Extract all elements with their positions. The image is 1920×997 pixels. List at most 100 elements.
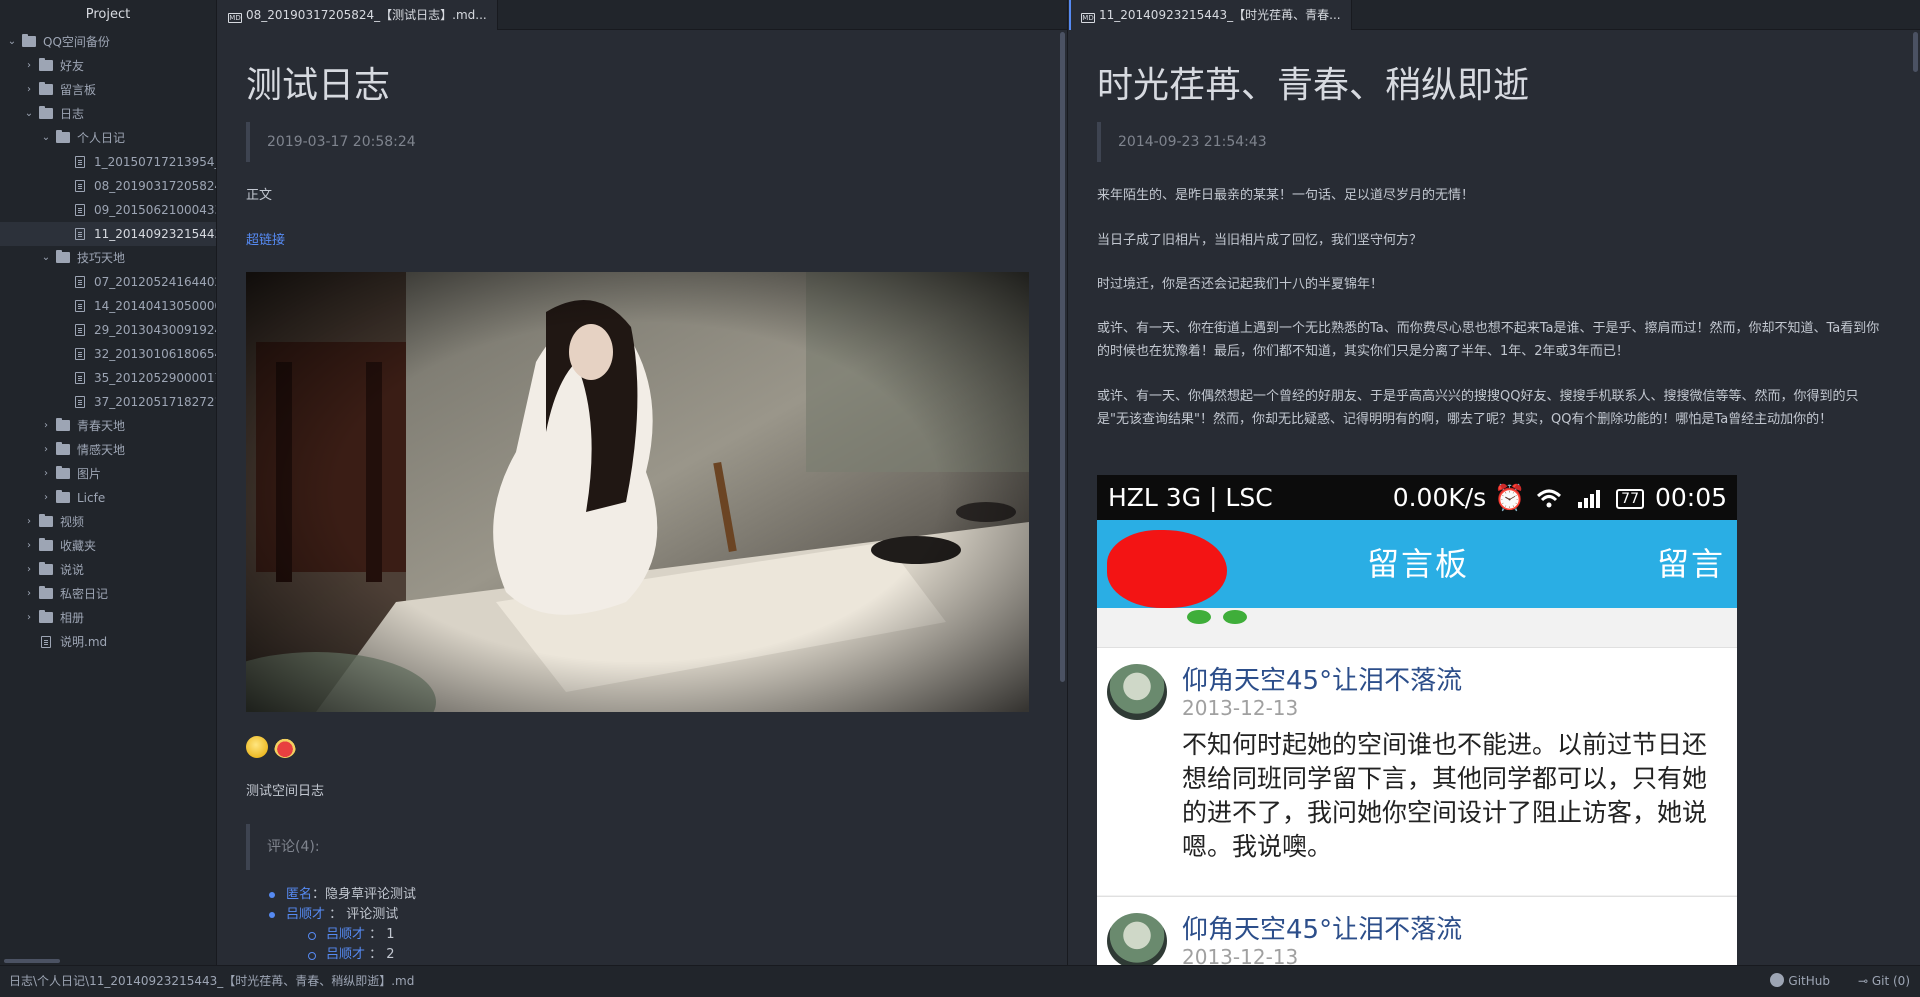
tree-folder[interactable]: › 说说 bbox=[0, 558, 216, 582]
wifi-icon bbox=[1537, 489, 1562, 508]
tree-folder[interactable]: › Licfe bbox=[0, 486, 216, 510]
markdown-icon: MD bbox=[1081, 13, 1095, 23]
github-button[interactable]: GitHub bbox=[1770, 966, 1830, 997]
comment-author-link[interactable]: 吕顺才 bbox=[326, 927, 365, 942]
tree-file[interactable]: 08_20190317205824_ bbox=[0, 174, 216, 198]
chevron-right-icon[interactable]: › bbox=[23, 558, 35, 582]
tree-folder[interactable]: › 好友 bbox=[0, 54, 216, 78]
phone-status-bar: HZL 3G | LSC 0.00K/s ⏰ 77 00:05 bbox=[1097, 475, 1737, 520]
comment-author-link[interactable]: 吕顺才 bbox=[326, 947, 365, 962]
right-content: 时光荏苒、青春、稍纵即逝 2014-09-23 21:54:43 来年陌生的、是… bbox=[1097, 30, 1892, 965]
tab-label: 11_20140923215443_【时光荏苒、青春... bbox=[1099, 8, 1341, 22]
chevron-down-icon[interactable]: ⌄ bbox=[40, 246, 52, 270]
chevron-down-icon[interactable]: ⌄ bbox=[40, 126, 52, 150]
file-path[interactable]: 日志\个人日记\11_20140923215443_【时光荏苒、青春、稍纵即逝】… bbox=[9, 966, 414, 997]
chevron-right-icon[interactable]: › bbox=[23, 606, 35, 630]
tree-item-label: 07_20120524164402_ bbox=[94, 275, 216, 289]
tree-folder[interactable]: › 私密日记 bbox=[0, 582, 216, 606]
body-text: 正文 bbox=[246, 188, 273, 203]
leave-message-button: 留言 bbox=[1656, 545, 1725, 583]
tree-title: Project bbox=[85, 7, 131, 22]
chevron-right-icon[interactable]: › bbox=[40, 438, 52, 462]
paragraph: 来年陌生的、是昨日最亲的某某！一句话、足以道尽岁月的无情！ bbox=[1097, 188, 1475, 203]
tree-folder[interactable]: ⌄ QQ空间备份 bbox=[0, 30, 216, 54]
tree-folder[interactable]: › 相册 bbox=[0, 606, 216, 630]
tree-item-label: 说明.md bbox=[60, 635, 108, 649]
tree-folder[interactable]: ⌄ 个人日记 bbox=[0, 126, 216, 150]
paragraph: 时过境迁，你是否还会记起我们十八的半夏锦年！ bbox=[1097, 277, 1384, 292]
phone-speed: 0.00K/s bbox=[1392, 483, 1487, 512]
message-author: 仰角天空45°让泪不落流 bbox=[1182, 666, 1463, 696]
chevron-right-icon[interactable]: › bbox=[40, 486, 52, 510]
tree-item-label: 35_20120529000017_ bbox=[94, 371, 216, 385]
chevron-right-icon[interactable]: › bbox=[23, 510, 35, 534]
tree-file[interactable]: 37_20120517182721_ bbox=[0, 390, 216, 414]
photo-caption: 测试空间日志 bbox=[246, 784, 325, 799]
tree-item-label: 个人日记 bbox=[77, 131, 126, 145]
folder-icon bbox=[56, 130, 70, 143]
comment-author-link[interactable]: 匿名 bbox=[286, 887, 312, 902]
tree-item-label: 视频 bbox=[60, 515, 85, 529]
chevron-right-icon[interactable]: › bbox=[23, 582, 35, 606]
tree-item-label: 收藏夹 bbox=[60, 539, 97, 553]
tree-item-label: 14_20140413050000_ bbox=[94, 299, 216, 313]
comment-item: 吕顺才 ： 评论测试 bbox=[266, 905, 416, 925]
right-tab-bar: MD 11_20140923215443_【时光荏苒、青春... bbox=[1069, 0, 1920, 30]
left-vertical-scrollbar[interactable] bbox=[1060, 32, 1065, 682]
folder-icon bbox=[56, 490, 70, 503]
tree-item-label: 私密日记 bbox=[60, 587, 109, 601]
comment-separator: ： bbox=[312, 887, 326, 902]
date-blockquote: 2019-03-17 20:58:24 bbox=[246, 122, 416, 162]
tree-file[interactable]: 29_20130430091924_ bbox=[0, 318, 216, 342]
tree-file[interactable]: 07_20120524164402_ bbox=[0, 270, 216, 294]
tree-file[interactable]: 说明.md bbox=[0, 630, 216, 654]
tree-list: ⌄ QQ空间备份 › 好友 › 留言板 ⌄ 日志 ⌄ 个人日记 1_20150717213954_ 0… bbox=[0, 30, 216, 654]
tree-item-label: 图片 bbox=[77, 467, 102, 481]
tab-right-document[interactable]: MD 11_20140923215443_【时光荏苒、青春... bbox=[1069, 0, 1352, 30]
tab-left-document[interactable]: MD 08_20190317205824_【测试日志】.md... bbox=[218, 0, 498, 30]
comment-author-link[interactable]: 吕顺才 bbox=[286, 907, 325, 922]
phone-header-title: 留言板 bbox=[1367, 545, 1470, 583]
comment-text: 2 bbox=[386, 947, 395, 962]
tree-file[interactable]: 1_20150717213954_ bbox=[0, 150, 216, 174]
tree-folder[interactable]: › 情感天地 bbox=[0, 438, 216, 462]
chevron-right-icon[interactable]: › bbox=[40, 414, 52, 438]
chevron-down-icon[interactable]: ⌄ bbox=[6, 30, 18, 54]
tree-item-label: 技巧天地 bbox=[77, 251, 126, 265]
tree-file[interactable]: 14_20140413050000_ bbox=[0, 294, 216, 318]
tree-file[interactable]: 32_20130106180654_ bbox=[0, 342, 216, 366]
tree-folder[interactable]: › 青春天地 bbox=[0, 414, 216, 438]
tree-item-label: 09_20150621000433_ bbox=[94, 203, 216, 217]
tree-item-label: 29_20130430091924_ bbox=[94, 323, 216, 337]
phone-header: 留言板 留言 bbox=[1097, 520, 1737, 608]
tree-file[interactable]: 35_20120529000017_ bbox=[0, 366, 216, 390]
tree-item-label: 37_20120517182721_ bbox=[94, 395, 216, 409]
tree-folder[interactable]: › 视频 bbox=[0, 510, 216, 534]
hyperlink[interactable]: 超链接 bbox=[246, 233, 285, 248]
chevron-right-icon[interactable]: › bbox=[40, 462, 52, 486]
chevron-right-icon[interactable]: › bbox=[23, 78, 35, 102]
tree-folder[interactable]: › 收藏夹 bbox=[0, 534, 216, 558]
chevron-right-icon[interactable]: › bbox=[23, 534, 35, 558]
tree-folder[interactable]: ⌄ 技巧天地 bbox=[0, 246, 216, 270]
project-tree: Project ⌄ QQ空间备份 › 好友 › 留言板 ⌄ 日志 ⌄ 个人日记 1_20150717… bbox=[0, 0, 217, 965]
comment-item: 吕顺才 ： 2 bbox=[266, 945, 416, 965]
right-vertical-scrollbar[interactable] bbox=[1913, 32, 1918, 72]
folder-icon bbox=[56, 250, 70, 263]
tree-item-label: Licfe bbox=[77, 491, 106, 505]
redacted-avatar bbox=[1107, 530, 1227, 608]
chevron-down-icon[interactable]: ⌄ bbox=[23, 102, 35, 126]
tree-file[interactable]: 09_20150621000433_ bbox=[0, 198, 216, 222]
tree-folder[interactable]: ⌄ 日志 bbox=[0, 102, 216, 126]
tree-file[interactable]: 11_20140923215443_ bbox=[0, 222, 216, 246]
chevron-right-icon[interactable]: › bbox=[23, 54, 35, 78]
tree-horizontal-scrollbar[interactable] bbox=[4, 959, 60, 963]
tree-item-label: 日志 bbox=[60, 107, 85, 121]
status-bar: 日志\个人日记\11_20140923215443_【时光荏苒、青春、稍纵即逝】… bbox=[0, 965, 1920, 997]
comment-separator: ： bbox=[325, 907, 347, 922]
git-button[interactable]: ⊸ Git (0) bbox=[1858, 966, 1910, 997]
github-icon bbox=[1770, 973, 1785, 987]
file-icon bbox=[75, 156, 85, 168]
tree-folder[interactable]: › 留言板 bbox=[0, 78, 216, 102]
tree-folder[interactable]: › 图片 bbox=[0, 462, 216, 486]
